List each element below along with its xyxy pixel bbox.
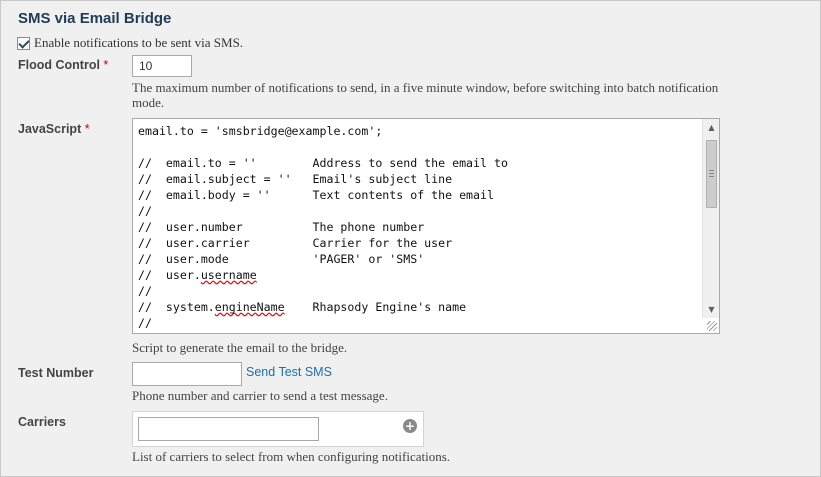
javascript-label-text: JavaScript — [18, 122, 82, 136]
flood-control-help-line2: mode. — [132, 95, 165, 110]
spellcheck-underline: engineName — [214, 300, 285, 314]
flood-control-label-text: Flood Control — [18, 58, 100, 72]
code-line: // email.body = '' Text contents of the … — [138, 188, 494, 202]
flood-control-input[interactable]: 10 — [132, 55, 192, 77]
scroll-up-arrow-icon[interactable]: ▲ — [703, 119, 719, 136]
carriers-container: + — [132, 411, 424, 447]
code-line: // — [138, 284, 152, 298]
code-line: // email.subject = '' Email's subject li… — [138, 172, 453, 186]
code-line: // — [138, 204, 152, 218]
enable-checkbox[interactable] — [17, 36, 30, 50]
required-mark: * — [84, 122, 90, 136]
enable-row: Enable notifications to be sent via SMS. — [17, 35, 243, 51]
javascript-editor[interactable]: email.to = 'smsbridge@example.com'; // em… — [132, 118, 720, 334]
test-number-input[interactable] — [132, 362, 242, 386]
code-line-spell: // user.username — [138, 268, 257, 282]
code-line: // email.to = '' Address to send the ema… — [138, 156, 508, 170]
code-content[interactable]: email.to = 'smsbridge@example.com'; // em… — [133, 119, 719, 331]
scroll-thumb[interactable] — [706, 140, 717, 208]
code-line-spell: // system.engineName Rhapsody Engine's n… — [138, 300, 467, 314]
javascript-label: JavaScript * — [18, 122, 90, 136]
test-number-help: Phone number and carrier to send a test … — [132, 388, 388, 403]
editor-scrollbar[interactable]: ▲ ▼ — [702, 119, 719, 318]
flood-control-help-line1: The maximum number of notifications to s… — [132, 80, 719, 95]
plus-circle-icon[interactable]: + — [403, 419, 417, 433]
code-line: // — [138, 316, 152, 330]
spellcheck-underline: username — [200, 268, 257, 282]
resize-handle-icon[interactable] — [707, 321, 717, 331]
section-title: SMS via Email Bridge — [18, 10, 172, 27]
carriers-help: List of carriers to select from when con… — [132, 449, 451, 464]
code-line: // user.mode 'PAGER' or 'SMS' — [138, 252, 425, 266]
test-number-label: Test Number — [18, 366, 94, 380]
carriers-input[interactable] — [138, 417, 319, 441]
code-line: // user.number The phone number — [138, 220, 425, 234]
flood-control-help: The maximum number of notifications to s… — [132, 80, 718, 110]
scroll-down-arrow-icon[interactable]: ▼ — [703, 301, 719, 318]
carriers-label: Carriers — [18, 415, 66, 429]
flood-control-label: Flood Control * — [18, 58, 108, 72]
code-line: email.to = 'smsbridge@example.com'; — [138, 124, 383, 138]
sms-email-bridge-panel: SMS via Email Bridge Enable notification… — [0, 0, 821, 477]
javascript-help: Script to generate the email to the brid… — [132, 340, 348, 355]
required-mark: * — [103, 58, 109, 72]
code-line: // user.carrier Carrier for the user — [138, 236, 453, 250]
send-test-sms-link[interactable]: Send Test SMS — [246, 365, 332, 379]
enable-label: Enable notifications to be sent via SMS. — [34, 35, 244, 50]
